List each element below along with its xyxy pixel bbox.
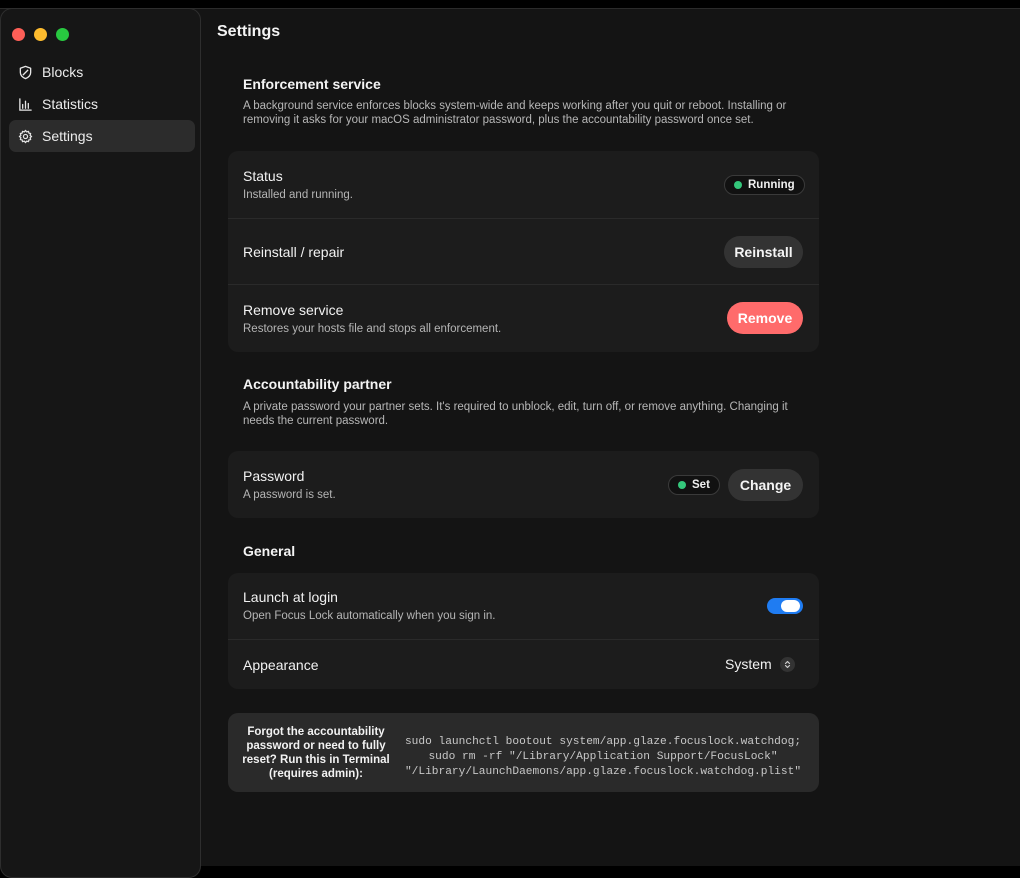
sidebar-item-statistics[interactable]: Statistics [9, 88, 195, 120]
status-label: Status [243, 168, 283, 184]
gear-icon [18, 129, 33, 143]
appearance-row: Appearance System [228, 639, 819, 689]
launch-sub: Open Focus Lock automatically when you s… [243, 610, 496, 622]
status-badge: Running [724, 175, 805, 195]
close-window-button[interactable] [12, 28, 25, 41]
password-status-dot-icon [678, 481, 686, 489]
password-sub: A password is set. [243, 489, 336, 501]
appearance-value: System [725, 656, 772, 672]
sidebar-item-label: Blocks [42, 64, 84, 80]
enforcement-description: A background service enforces blocks sys… [243, 100, 787, 126]
page-title: Settings [217, 23, 281, 40]
remove-sub: Restores your hosts file and stops all e… [243, 323, 502, 335]
zoom-window-button[interactable] [56, 28, 69, 41]
window-controls [12, 28, 69, 41]
launch-row: Launch at login Open Focus Lock automati… [228, 573, 819, 639]
sidebar: Blocks Statistics Settings [0, 8, 201, 878]
enforcement-heading: Enforcement service [243, 76, 381, 92]
general-heading: General [243, 543, 296, 559]
bar-chart-icon [19, 97, 32, 111]
password-label: Password [243, 468, 305, 484]
reset-command[interactable]: sudo launchctl bootout system/app.glaze.… [393, 735, 813, 780]
sidebar-item-settings[interactable]: Settings [9, 120, 195, 152]
appearance-select[interactable]: System [725, 656, 795, 672]
accountability-description: A private password your partner sets. It… [243, 401, 788, 427]
minimize-window-button[interactable] [34, 28, 47, 41]
accountability-card: Password A password is set. Set Change [228, 451, 819, 518]
status-sub: Installed and running. [243, 189, 353, 201]
remove-row: Remove service Restores your hosts file … [228, 284, 819, 352]
password-badge-label: Set [692, 479, 710, 491]
sidebar-item-label: Statistics [42, 96, 99, 112]
remove-button[interactable]: Remove [727, 302, 803, 334]
enforcement-card: Status Installed and running. Running Re… [228, 151, 819, 352]
toggle-knob [781, 600, 800, 612]
change-password-button[interactable]: Change [728, 469, 803, 501]
general-card: Launch at login Open Focus Lock automati… [228, 573, 819, 689]
status-dot-icon [734, 181, 742, 189]
password-row: Password A password is set. Set Change [228, 451, 819, 518]
sidebar-item-blocks[interactable]: Blocks [9, 56, 195, 88]
reset-label: Forgot the accountability password or ne… [242, 726, 390, 780]
reinstall-button[interactable]: Reinstall [724, 236, 803, 268]
sidebar-nav: Blocks Statistics Settings [9, 56, 195, 152]
shield-icon [19, 65, 32, 79]
sidebar-item-label: Settings [42, 128, 93, 144]
remove-label: Remove service [243, 302, 344, 318]
up-down-chevron-icon [779, 656, 795, 672]
status-badge-label: Running [748, 179, 795, 191]
password-status-badge: Set [668, 475, 720, 495]
appearance-label: Appearance [243, 657, 319, 673]
launch-label: Launch at login [243, 589, 338, 605]
reset-instructions-card: Forgot the accountability password or ne… [228, 713, 819, 792]
reinstall-label: Reinstall / repair [243, 244, 345, 260]
accountability-heading: Accountability partner [243, 376, 392, 392]
reinstall-row: Reinstall / repair Reinstall [228, 218, 819, 284]
status-row: Status Installed and running. Running [228, 151, 819, 218]
launch-at-login-toggle[interactable] [767, 598, 803, 614]
